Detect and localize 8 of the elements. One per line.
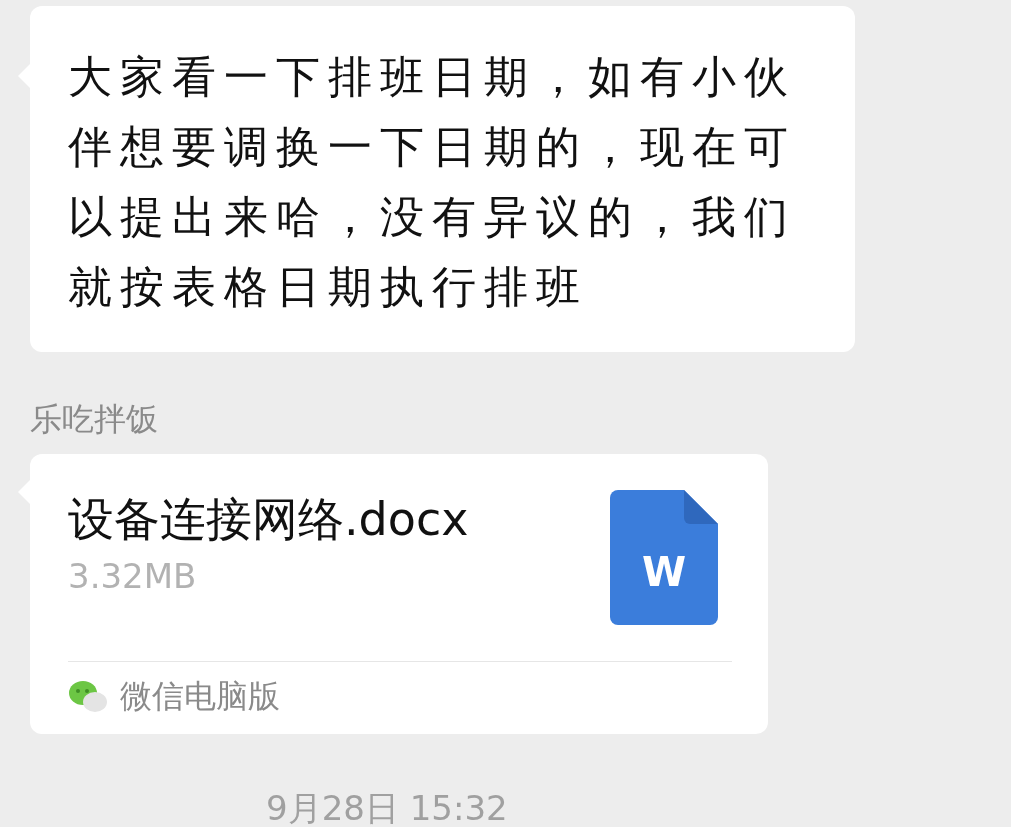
document-icon: W [610,490,718,625]
file-name: 设备连接网络.docx [68,491,469,548]
message-text: 大家看一下排班日期，如有小伙伴想要调换一下日期的，现在可以提出来哈，没有异议的，我们就按表格日期执行排班 [68,50,797,314]
source-label: 微信电脑版 [120,676,280,717]
file-size: 3.32MB [68,555,198,598]
sender-name: 乐吃拌饭 [30,399,159,440]
chat-bubbles-icon [68,679,108,713]
timestamp: 9月28日 15:32 [265,787,509,827]
